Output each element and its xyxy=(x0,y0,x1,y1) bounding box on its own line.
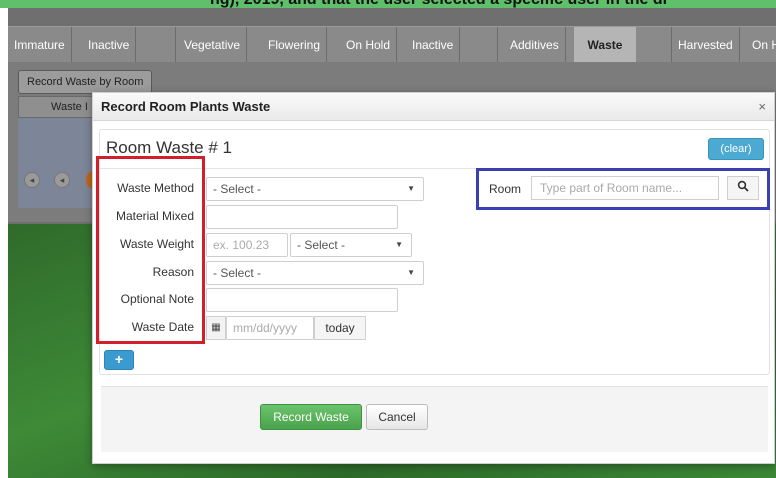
waste-weight-unit-value: - Select - xyxy=(297,238,346,252)
tab-flowering[interactable]: Flowering xyxy=(262,27,328,63)
tab-inactive[interactable]: Inactive xyxy=(82,27,137,63)
tab-vegetative[interactable]: Vegetative xyxy=(178,27,248,63)
tab-additives[interactable]: Additives xyxy=(504,27,566,63)
modal-title: Record Room Plants Waste xyxy=(101,99,271,114)
waste-method-select[interactable]: - Select - ▼ xyxy=(206,177,424,201)
tab-spacer-2 xyxy=(470,27,498,63)
tab-spacer xyxy=(148,27,176,63)
modal-header: Record Room Plants Waste × xyxy=(93,93,774,121)
reason-select[interactable]: - Select - ▼ xyxy=(206,261,424,285)
cancel-button[interactable]: Cancel xyxy=(366,404,428,430)
close-icon[interactable]: × xyxy=(758,99,766,114)
waste-date-field[interactable]: mm/dd/yyyy xyxy=(226,316,314,340)
tab-immature[interactable]: Immature xyxy=(8,27,72,63)
tab-inactive-2[interactable]: Inactive xyxy=(406,27,461,63)
today-button[interactable]: today xyxy=(314,316,366,340)
pager-prev-icon[interactable]: ◂ xyxy=(54,172,70,188)
waste-weight-field[interactable]: ex. 100.23 xyxy=(206,233,288,257)
grid-header-label: Waste I xyxy=(51,101,88,113)
record-waste-button[interactable]: Record Waste xyxy=(260,404,362,430)
chevron-down-icon: ▼ xyxy=(395,240,403,249)
tab-spacer-3 xyxy=(642,27,672,63)
tab-bar: Immature Inactive Vegetative Flowering O… xyxy=(8,26,776,63)
tab-harvested[interactable]: Harvested xyxy=(672,27,740,63)
material-mixed-field[interactable] xyxy=(206,205,398,229)
modal-footer xyxy=(101,386,768,452)
annotation-red-box xyxy=(96,156,205,344)
clear-button[interactable]: (clear) xyxy=(708,138,764,160)
waste-weight-unit-select[interactable]: - Select - ▼ xyxy=(290,233,412,257)
tab-on-hold[interactable]: On Hold xyxy=(340,27,398,63)
tab-waste[interactable]: Waste xyxy=(574,27,636,63)
room-waste-heading: Room Waste # 1 xyxy=(106,138,232,157)
optional-note-field[interactable] xyxy=(206,288,398,312)
annotation-blue-box xyxy=(476,168,770,210)
add-room-button[interactable]: + xyxy=(104,350,134,370)
calendar-icon[interactable]: ▦ xyxy=(206,316,226,340)
waste-method-value: - Select - xyxy=(213,182,262,196)
chevron-down-icon: ▼ xyxy=(407,268,415,277)
tab-on-hold-2[interactable]: On H xyxy=(746,27,776,63)
record-waste-by-room-button[interactable]: Record Waste by Room xyxy=(18,70,153,94)
reason-value: - Select - xyxy=(213,266,262,280)
chevron-down-icon: ▼ xyxy=(407,184,415,193)
pager-first-icon[interactable]: ◂ xyxy=(24,172,40,188)
